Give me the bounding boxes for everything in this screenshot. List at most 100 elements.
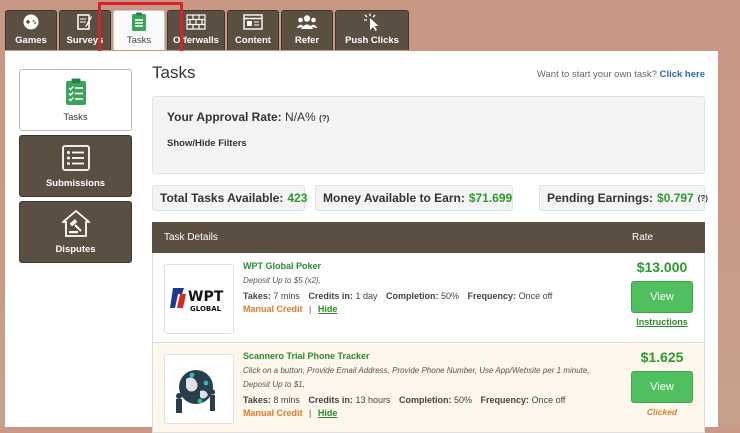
completion-value: 50% [454,395,473,405]
task-description: Deposit Up to $5 (x2), [243,276,321,285]
task-info: Scannero Trial Phone Tracker Click on a … [243,351,618,418]
completion-label: Completion: [385,291,439,301]
credits-value: 13 hours [355,395,391,405]
approval-help-icon[interactable]: (?) [319,114,329,123]
pencil-paper-icon [76,13,94,31]
page-title: Tasks [152,63,196,82]
tab-surveys-label: Surveys [66,35,104,46]
tab-content-label: Content [235,35,271,46]
clicked-status: Clicked [646,407,678,417]
task-price: $13.000 [636,259,688,275]
wpt-logo-subtext: GLOBAL [190,305,222,313]
header-rate: Rate [632,232,654,243]
approval-label: Your Approval Rate: [167,110,282,124]
task-info: WPT Global Poker Deposit Up to $5 (x2), … [243,261,618,314]
people-icon [296,13,318,31]
money-available-stat: Money Available to Earn: $71.699 [315,185,513,211]
task-meta: Takes: 7 mins Credits in: 1 day Completi… [243,291,618,301]
task-rate: $1.625 View Clicked [622,349,702,417]
approval-rate: Your Approval Rate: N/A% (?) [167,110,329,124]
table-row: Scannero Trial Phone Tracker Click on a … [152,343,705,433]
money-available-label: Money Available to Earn: [323,191,465,205]
credits-label: Credits in: [308,291,353,301]
view-button[interactable]: View [631,371,693,403]
link-separator: | [309,304,312,314]
table-header: Task Details Rate [152,222,705,253]
credits-value: 1 day [355,291,378,301]
tab-surveys[interactable]: Surveys [59,10,111,50]
task-name[interactable]: WPT Global Poker [243,261,618,271]
completion-label: Completion: [398,395,452,405]
instructions-link[interactable]: Instructions [622,317,702,327]
wpt-logo-text: WPT [188,289,224,305]
wpt-logo: WPT GLOBAL [164,264,234,334]
tab-offerwalls[interactable]: Offerwalls [167,10,225,50]
table-row: WPT GLOBAL WPT Global Poker Deposit Up t… [152,253,705,343]
sidebar-item-disputes[interactable]: Disputes [19,201,132,263]
credit-type: Manual Credit [243,408,303,418]
completion-value: 50% [441,291,460,301]
clipboard-icon [65,78,87,106]
gamepad-icon [20,13,42,31]
window-icon [243,13,263,31]
credit-type: Manual Credit [243,304,303,314]
pending-earnings-stat: Pending Earnings: $0.797 (?) [539,185,708,211]
tab-refer-label: Refer [294,35,320,46]
view-button[interactable]: View [631,281,693,313]
task-meta: Takes: 8 mins Credits in: 13 hours Compl… [243,395,618,405]
approval-value: N/A% [285,110,316,124]
task-price: $1.625 [640,349,684,365]
show-hide-filters[interactable]: Show/Hide Filters [167,138,247,149]
tab-refer[interactable]: Refer [281,10,333,50]
task-links: Manual Credit | Hide [243,408,618,418]
own-task-prompt: Want to start your own task? Click here [537,69,705,80]
link-separator: | [309,408,312,418]
frequency-label: Frequency: [467,291,517,301]
tab-tasks-label: Tasks [126,35,152,46]
tab-push-clicks-label: Push Clicks [345,35,399,46]
pending-earnings-value: $0.797 [657,191,694,205]
total-tasks-value: 423 [287,191,308,205]
tab-content[interactable]: Content [227,10,279,50]
own-task-text: Want to start your own task? [536,69,657,80]
takes-label: Takes: [243,395,271,405]
takes-value: 8 mins [273,395,300,405]
scannero-logo [164,354,234,424]
money-available-value: $71.699 [468,191,513,205]
frequency-value: Once off [531,395,566,405]
tab-games[interactable]: Games [5,10,57,50]
brick-wall-icon [186,13,206,31]
tab-tasks[interactable]: Tasks [113,10,165,50]
sidebar-item-tasks[interactable]: Tasks [19,69,132,131]
main-panel: Tasks Submissions Disputes Tasks Want to… [5,51,718,433]
stats-bar: Total Tasks Available: 423 Money Availab… [152,185,708,211]
task-links: Manual Credit | Hide [243,304,618,314]
takes-value: 7 mins [273,291,300,301]
cursor-click-icon [362,13,382,31]
gavel-icon [61,209,90,238]
pending-help-icon[interactable]: (?) [698,194,708,203]
list-icon [61,144,90,172]
hide-link[interactable]: Hide [318,304,338,314]
frequency-value: Once off [518,291,553,301]
tasks-table: Task Details Rate WPT GLOBAL WPT Global … [152,222,705,433]
tab-games-label: Games [15,35,47,46]
tab-offerwalls-label: Offerwalls [173,35,219,46]
own-task-link[interactable]: Click here [660,69,705,80]
approval-box: Your Approval Rate: N/A% (?) Show/Hide F… [152,96,705,174]
task-name[interactable]: Scannero Trial Phone Tracker [243,351,618,361]
tab-push-clicks[interactable]: Push Clicks [335,10,409,50]
sidebar-item-submissions[interactable]: Submissions [19,135,132,197]
takes-label: Takes: [243,291,271,301]
sidebar: Tasks Submissions Disputes [19,69,132,267]
task-description: Click on a button, Provide Email Address… [243,366,590,389]
credits-label: Credits in: [308,395,353,405]
header-task-details: Task Details [164,232,218,243]
top-tabs: Games Surveys Tasks Offerwalls Content R… [5,10,409,50]
total-tasks-label: Total Tasks Available: [160,191,284,205]
pending-earnings-label: Pending Earnings: [547,191,654,205]
sidebar-item-label: Submissions [45,177,106,189]
total-tasks-stat: Total Tasks Available: 423 [152,185,308,211]
sidebar-item-label: Disputes [55,243,96,255]
hide-link[interactable]: Hide [318,408,338,418]
